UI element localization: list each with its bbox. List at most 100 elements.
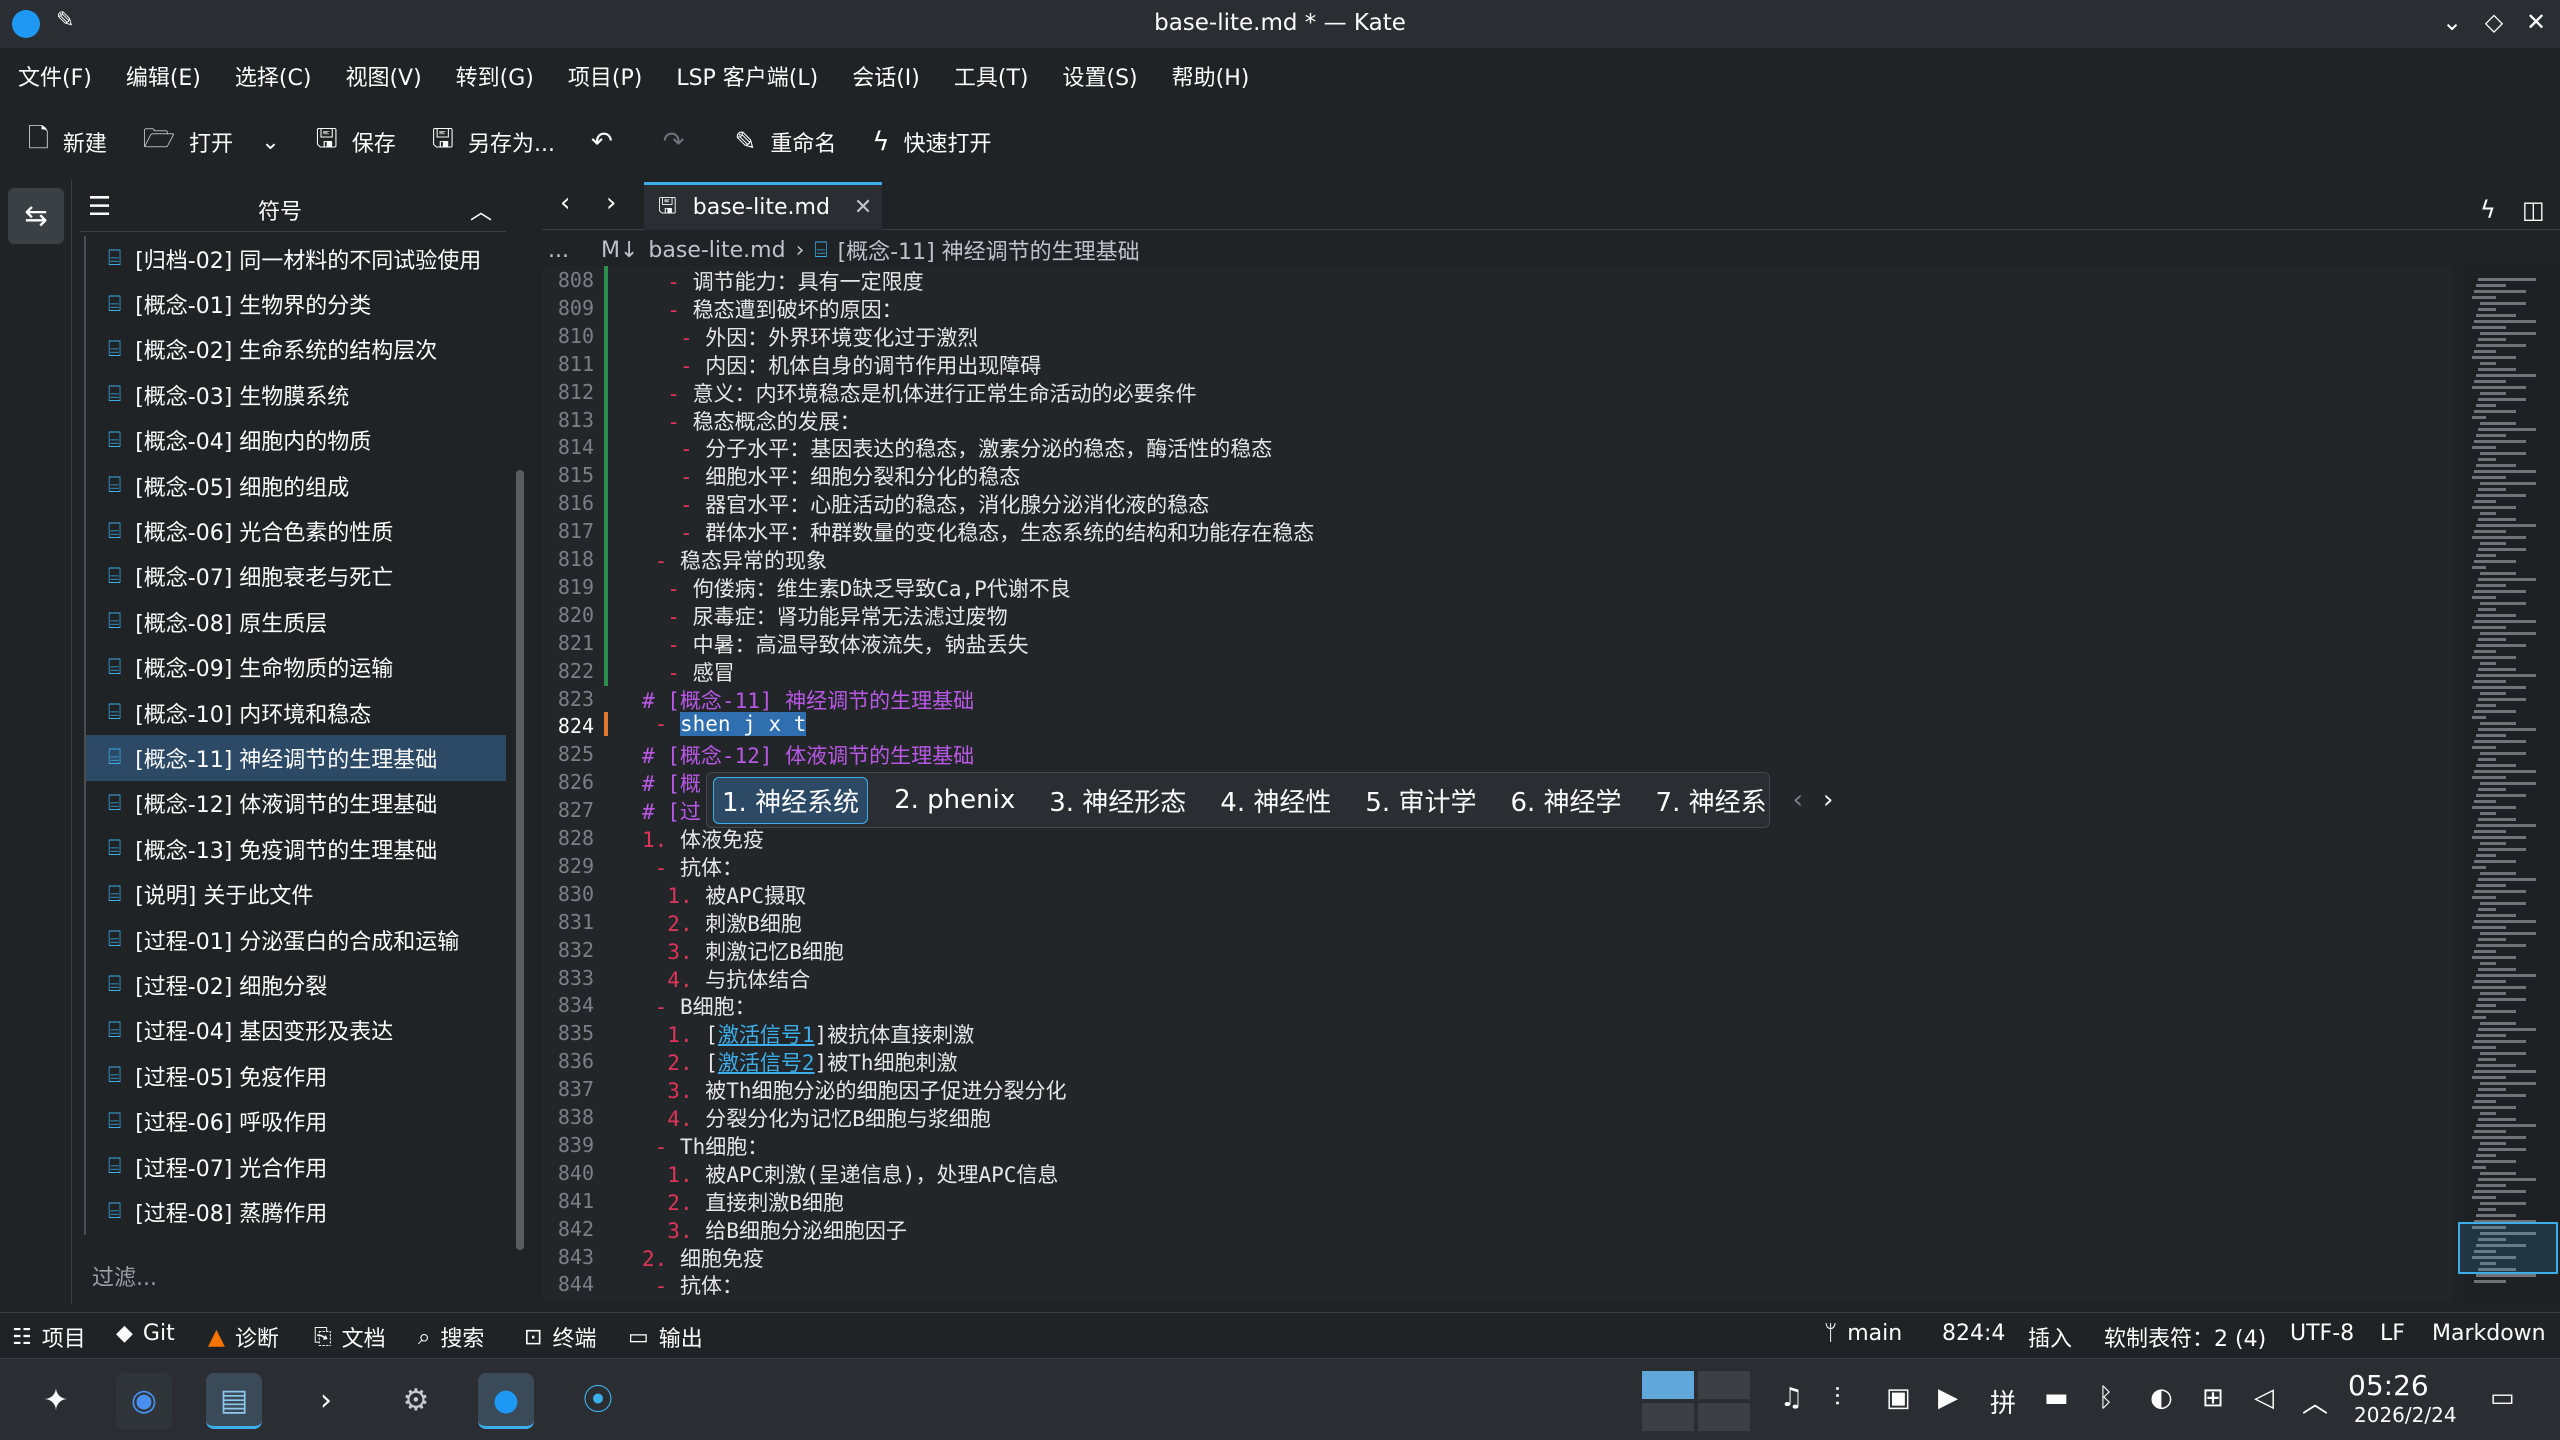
symbol-item[interactable]: ⌸ [概念-09] 生命物质的运输 [84, 644, 506, 690]
new-button[interactable]: 🗋 新建 [28, 120, 107, 164]
menu-project[interactable]: 项目(P) [568, 60, 642, 92]
symbol-filter-input[interactable]: 过滤... [92, 1260, 157, 1292]
git-panel-button[interactable]: ◆ Git [116, 1321, 175, 1346]
search-panel-button[interactable]: ⌕ 搜索 [418, 1321, 484, 1353]
symbol-item[interactable]: ⌸ [概念-10] 内环境和稳态 [84, 689, 506, 736]
code-line[interactable]: - 稳态异常的现象 [642, 545, 827, 575]
code-line[interactable]: # [概念-11] 神经调节的生理基础 [642, 685, 974, 715]
night-color-icon[interactable]: ◐ [2150, 1383, 2173, 1413]
symbol-item[interactable]: ⌸ [概念-07] 细胞衰老与死亡 [84, 553, 506, 600]
ime-candidate[interactable]: 2. phenix [886, 781, 1023, 819]
rename-button[interactable]: ✎ 重命名 [735, 126, 837, 158]
code-line[interactable]: 4. 分裂分化为记忆B细胞与浆细胞 [642, 1103, 991, 1133]
breadcrumb-ellipsis[interactable]: ... [548, 238, 569, 263]
menu-tools[interactable]: 工具(T) [954, 60, 1029, 92]
symbol-item[interactable]: ⌸ [概念-11] 神经调节的生理基础 [84, 735, 506, 781]
code-line[interactable]: - 分子水平：基因表达的稳态，激素分泌的稳态，酶活性的稳态 [642, 433, 1272, 463]
code-line[interactable]: 2. 细胞免疫 [642, 1243, 764, 1273]
terminal-app-icon[interactable]: › [298, 1373, 354, 1429]
project-panel-button[interactable]: ☷ 项目 [12, 1321, 86, 1353]
minimap-viewport[interactable] [2458, 1222, 2558, 1274]
code-line[interactable]: - 群体水平：种群数量的变化稳态，生态系统的结构和功能存在稳态 [642, 517, 1314, 547]
encoding[interactable]: UTF-8 [2290, 1321, 2354, 1346]
desktop-1[interactable] [1642, 1371, 1694, 1399]
tab-base-lite-md[interactable]: 🖫 base-lite.md ✕ [644, 182, 882, 230]
desktop-4[interactable] [1698, 1403, 1750, 1431]
back-arrow-icon[interactable]: ‹ [560, 188, 570, 218]
code-line[interactable]: # [概 [642, 768, 701, 798]
symbol-item[interactable]: ⌸ [概念-04] 细胞内的物质 [84, 417, 506, 463]
symbol-item[interactable]: ⌸ [概念-02] 生命系统的结构层次 [84, 326, 506, 373]
code-line[interactable]: - 抗体： [642, 1270, 743, 1300]
code-line[interactable]: - 细胞水平：细胞分裂和分化的稳态 [642, 461, 1020, 491]
code-line[interactable]: 3. 被Th细胞分泌的细胞因子促进分裂分化 [642, 1075, 1066, 1105]
symbol-item[interactable]: ⌸ [归档-02] 同一材料的不同试验使用 [84, 236, 506, 282]
code-line[interactable]: - 中暑：高温导致体液流失，钠盐丢失 [642, 629, 1028, 659]
symbol-item[interactable]: ⌸ [说明] 关于此文件 [84, 871, 506, 917]
code-line[interactable]: 1. [激活信号1]被抗体直接刺激 [642, 1019, 974, 1049]
code-line[interactable]: 4. 与抗体结合 [642, 964, 810, 994]
symbol-item[interactable]: ⌸ [概念-13] 免疫调节的生理基础 [84, 826, 506, 872]
symbol-item[interactable]: ⌸ [过程-06] 呼吸作用 [84, 1098, 506, 1144]
breadcrumb-file[interactable]: base-lite.md [648, 238, 785, 263]
code-line[interactable]: 3. 给B细胞分泌细胞因子 [642, 1215, 907, 1245]
symbol-item[interactable]: ⌸ [过程-05] 免疫作用 [84, 1053, 506, 1099]
symbol-item[interactable]: ⌸ [概念-12] 体液调节的生理基础 [84, 780, 506, 827]
symbol-item[interactable]: ⌸ [过程-02] 细胞分裂 [84, 962, 506, 1008]
code-line[interactable]: 1. 体液免疫 [642, 824, 764, 854]
symbol-item[interactable]: ⌸ [概念-05] 细胞的组成 [84, 462, 506, 509]
ime-candidate[interactable]: 6. 神经学 [1502, 778, 1629, 823]
code-line[interactable]: 2. [激活信号2]被Th细胞刺激 [642, 1047, 957, 1077]
undo-button[interactable]: ↶ [591, 127, 627, 157]
code-line[interactable]: - 内因：机体自身的调节作用出现障碍 [642, 350, 1041, 380]
code-line[interactable]: - 稳态遭到破坏的原因： [642, 294, 902, 324]
code-line[interactable]: # [概念-12] 体液调节的生理基础 [642, 740, 974, 770]
menu-go[interactable]: 转到(G) [456, 60, 534, 92]
code-line[interactable]: - 外因：外界环境变化过于激烈 [642, 322, 978, 352]
menu-file[interactable]: 文件(F) [18, 60, 92, 92]
code-line[interactable]: - 稳态概念的发展： [642, 406, 860, 436]
syntax-mode[interactable]: Markdown [2432, 1321, 2546, 1346]
code-line[interactable]: 3. 刺激记忆B细胞 [642, 936, 844, 966]
maximize-button[interactable]: ◇ [2478, 8, 2510, 36]
redo-button[interactable]: ↷ [663, 127, 699, 157]
code-line[interactable]: - Th细胞： [642, 1131, 769, 1161]
code-line[interactable]: - 尿毒症：肾功能异常无法滤过废物 [642, 601, 1007, 631]
minimize-button[interactable]: ⌄ [2436, 8, 2468, 36]
virtual-desktop-pager[interactable] [1642, 1371, 1750, 1431]
network-icon[interactable]: ⊞ [2202, 1383, 2224, 1413]
menu-lsp-client[interactable]: LSP 客户端(L) [676, 60, 818, 92]
mixer-app-icon[interactable]: ⦿ [570, 1373, 626, 1429]
code-line[interactable]: 2. 刺激B细胞 [642, 908, 802, 938]
code-line[interactable]: 1. 被APC摄取 [642, 880, 806, 910]
diagnostics-panel-button[interactable]: ▲ 诊断 [208, 1321, 279, 1353]
code-line[interactable]: # [过 [642, 796, 701, 826]
save-button[interactable]: 🖫 保存 [316, 120, 396, 164]
menu-view[interactable]: 视图(V) [345, 60, 421, 92]
symbol-item[interactable]: ⌸ [概念-01] 生物界的分类 [84, 281, 506, 327]
split-view-icon[interactable]: ◫ [2522, 196, 2545, 224]
notifications-icon[interactable]: ♫ [1780, 1383, 1803, 1413]
file-manager-icon[interactable]: ▤ [206, 1373, 262, 1429]
ime-candidate[interactable]: 4. 神经性 [1212, 778, 1339, 823]
symbol-item[interactable]: ⌸ [概念-03] 生物膜系统 [84, 372, 506, 418]
code-line[interactable]: - 意义：内环境稳态是机体进行正常生命活动的必要条件 [642, 378, 1196, 408]
link-text[interactable]: 激活信号1 [718, 1023, 815, 1047]
chevron-up-icon[interactable]: ︿ [470, 194, 492, 226]
code-line[interactable]: 1. 被APC刺激(呈递信息)，处理APC信息 [642, 1159, 1058, 1189]
symbol-item[interactable]: ⌸ [概念-06] 光合色素的性质 [84, 508, 506, 554]
code-line[interactable]: - 佝偻病：维生素D缺乏导致Ca,P代谢不良 [642, 573, 1071, 603]
code-line[interactable]: - 感冒 [642, 657, 734, 687]
settings-app-icon[interactable]: ⚙ [388, 1373, 444, 1429]
breadcrumb-section[interactable]: [概念-11] 神经调节的生理基础 [838, 234, 1140, 266]
symbol-item[interactable]: ⌸ [概念-08] 原生质层 [84, 599, 506, 645]
symbols-scrollbar[interactable] [516, 470, 524, 1250]
menu-settings[interactable]: 设置(S) [1062, 60, 1137, 92]
app-launcher-icon[interactable]: ✦ [28, 1373, 84, 1429]
minimap[interactable] [2464, 266, 2560, 1302]
close-window-button[interactable]: ✕ [2520, 8, 2552, 36]
symbol-item[interactable]: ⌸ [过程-01] 分泌蛋白的合成和运输 [84, 916, 506, 963]
output-panel-button[interactable]: ▭ 输出 [628, 1321, 703, 1353]
cursor-position[interactable]: 824:4 [1942, 1321, 2005, 1346]
code-line[interactable]: - 抗体： [642, 852, 743, 882]
